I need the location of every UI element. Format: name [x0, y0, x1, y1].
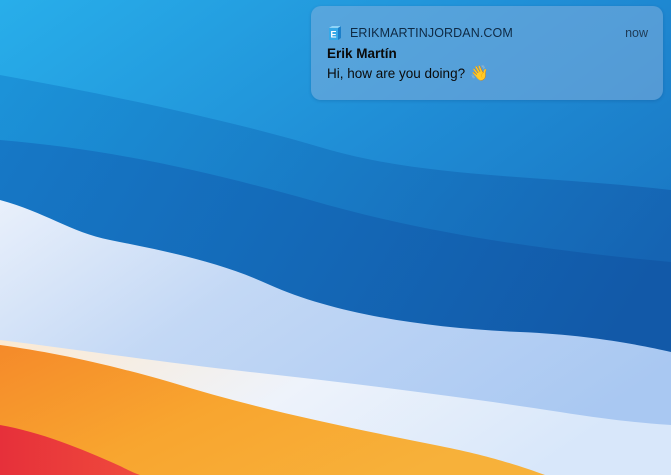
- notification-app-name: ERIKMARTINJORDAN.COM: [350, 26, 513, 40]
- notification-message: Hi, how are you doing?: [327, 66, 466, 81]
- notification-banner[interactable]: E ERIKMARTINJORDAN.COM now Erik Martín H…: [311, 6, 663, 100]
- notification-timestamp: now: [625, 26, 648, 40]
- letter-e-app-icon: E: [329, 26, 341, 40]
- waving-hand-icon: 👋: [470, 65, 489, 82]
- notification-title: Erik Martín: [327, 46, 397, 61]
- notification-header: E ERIKMARTINJORDAN.COM now: [327, 25, 648, 41]
- svg-text:E: E: [330, 30, 336, 40]
- notification-body: Hi, how are you doing? 👋: [327, 66, 489, 81]
